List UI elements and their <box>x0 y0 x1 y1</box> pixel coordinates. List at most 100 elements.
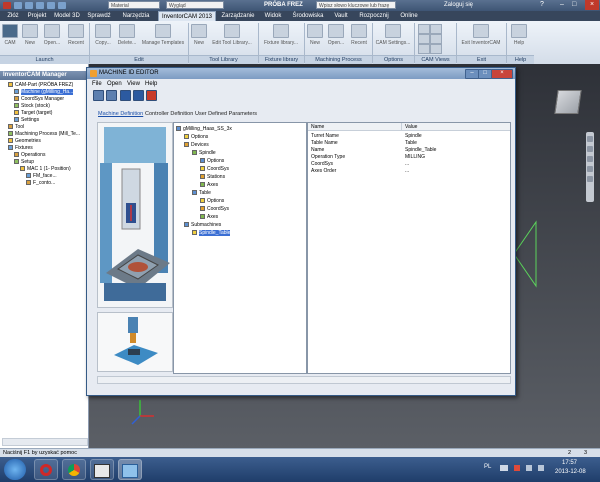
property-row[interactable]: Operation Type MILLING <box>308 154 510 161</box>
clock-date[interactable]: 2013-12-08 <box>555 469 586 475</box>
tray-flag-icon[interactable] <box>514 465 520 471</box>
language-indicator[interactable]: PL <box>484 464 491 470</box>
app-logo-icon[interactable] <box>3 2 11 9</box>
new-part-button[interactable]: New <box>22 23 38 53</box>
help-button[interactable]: Help <box>508 23 530 53</box>
toolbar-save-as-icon[interactable] <box>133 90 144 101</box>
tab-sprawdz[interactable]: Sprawdź <box>84 11 114 21</box>
machine-tree-item[interactable]: gMilling_Haas_SS_3x <box>176 125 304 133</box>
view-icon[interactable] <box>418 34 430 44</box>
cam-button[interactable]: CAM <box>2 23 18 53</box>
search-input[interactable]: Wpisz słowo kluczowe lub frazę <box>316 1 396 9</box>
machine-tree-item[interactable]: Spindle <box>176 149 304 157</box>
nav-zoom-icon[interactable] <box>587 156 593 162</box>
toolbar-new-icon[interactable] <box>93 90 104 101</box>
fixture-library-button[interactable]: Fixture library... <box>260 23 302 53</box>
view-icon[interactable] <box>430 34 442 44</box>
taskbar-chrome-icon[interactable] <box>62 459 86 480</box>
dialog-minimize-icon[interactable]: – <box>465 69 479 79</box>
cam-settings-button[interactable]: CAM Settings... <box>374 23 412 53</box>
tab-rozpocznij[interactable]: Rozpocznij <box>354 11 394 21</box>
new-icon[interactable] <box>14 2 22 9</box>
nav-look-icon[interactable] <box>587 166 593 172</box>
exit-inventorcam-button[interactable]: Exit InventorCAM <box>458 23 504 53</box>
machine-tree-item[interactable]: Axes <box>176 181 304 189</box>
taskbar-explorer-icon[interactable] <box>118 459 142 480</box>
menu-view[interactable]: View <box>127 80 140 88</box>
tab-narzedzia[interactable]: Narzędzia <box>116 11 156 21</box>
start-button-icon[interactable] <box>4 459 26 480</box>
toolbar-exit-icon[interactable] <box>146 90 157 101</box>
help-icon[interactable]: ? <box>540 1 550 9</box>
dialog-maximize-icon[interactable]: □ <box>478 69 492 79</box>
close-icon[interactable]: × <box>585 0 599 10</box>
manager-tree-item[interactable]: Machining Process (Mill_Te... <box>2 131 86 138</box>
tab-projekt[interactable]: Projekt <box>24 11 50 21</box>
property-row[interactable]: CoordSys... <box>308 161 510 168</box>
tab-zloz[interactable]: Złóż <box>4 11 22 21</box>
manager-tree-item[interactable]: Tool <box>2 124 86 131</box>
tab-machine-definition[interactable]: Machine Definition <box>98 110 143 119</box>
tab-inventorcam[interactable]: InventorCAM 2013 <box>158 11 216 21</box>
open-part-button[interactable]: Open... <box>40 23 64 53</box>
tab-online[interactable]: Online <box>396 11 422 21</box>
open-process-button[interactable]: Open... <box>325 23 347 53</box>
view-icon[interactable] <box>418 24 430 34</box>
manager-tree-item[interactable]: CAM-Part (PRÓBA FREZ) <box>2 82 86 89</box>
tab-zarzadzanie[interactable]: Zarządzanie <box>218 11 258 21</box>
machine-tree-item[interactable]: Options <box>176 133 304 141</box>
manager-tree-item[interactable]: Fixtures <box>2 145 86 152</box>
machine-tree-item[interactable]: Spindle_Table <box>176 229 304 237</box>
dialog-close-icon[interactable]: × <box>491 69 513 79</box>
tray-volume-icon[interactable] <box>538 465 544 471</box>
manage-templates-button[interactable]: Manage Templates <box>141 23 185 53</box>
manager-tree-item[interactable]: Setup <box>2 159 86 166</box>
recent-part-button[interactable]: Recent <box>66 23 86 53</box>
clock-time[interactable]: 17:57 <box>562 460 577 466</box>
manager-tree-item[interactable]: F_conto... <box>2 180 86 187</box>
manager-tree-item[interactable]: MAC 1 (1- Position) <box>2 166 86 173</box>
delete-button[interactable]: Delete... <box>115 23 139 53</box>
view-icon[interactable] <box>430 44 442 54</box>
material-combo[interactable]: Material <box>108 1 160 9</box>
save-icon[interactable] <box>36 2 44 9</box>
menu-help[interactable]: Help <box>145 80 157 88</box>
property-row[interactable]: Axes Order... <box>308 168 510 175</box>
tab-srodowiska[interactable]: Środowiska <box>288 11 328 21</box>
machine-tree-item[interactable]: Axes <box>176 213 304 221</box>
manager-tree-item[interactable]: FM_face... <box>2 173 86 180</box>
prop-col-value[interactable]: Value <box>402 123 510 131</box>
manager-tree-item[interactable]: CoordSys Manager <box>2 96 86 103</box>
sign-in-link[interactable]: Zaloguj się <box>444 0 473 11</box>
machine-tree-item[interactable]: Submachines <box>176 221 304 229</box>
manager-tree-item[interactable]: Settings <box>2 117 86 124</box>
machine-tree-item[interactable]: CoordSys <box>176 205 304 213</box>
redo-icon[interactable] <box>58 2 66 9</box>
manager-scrollbar[interactable] <box>2 438 88 446</box>
menu-file[interactable]: File <box>92 80 102 88</box>
tab-widok[interactable]: Widok <box>260 11 286 21</box>
manager-tree-item[interactable]: Geometries <box>2 138 86 145</box>
new-process-button[interactable]: New <box>306 23 324 53</box>
view-icon[interactable] <box>418 44 430 54</box>
taskbar-opera-icon[interactable] <box>34 459 58 480</box>
copy-button[interactable]: Copy... <box>92 23 114 53</box>
toolbar-open-icon[interactable] <box>106 90 117 101</box>
machine-tree-item[interactable]: Stations <box>176 173 304 181</box>
property-row[interactable]: Name Spindle_Table <box>308 147 510 154</box>
view-cube[interactable] <box>554 90 582 114</box>
nav-orbit-icon[interactable] <box>587 136 593 142</box>
tab-vault[interactable]: Vault <box>330 11 352 21</box>
machine-tree-item[interactable]: Options <box>176 157 304 165</box>
manager-tree-item[interactable]: Machine (gMilling_Ha... <box>2 89 86 96</box>
menu-open[interactable]: Open <box>107 80 122 88</box>
recent-process-button[interactable]: Recent <box>348 23 370 53</box>
nav-steering-icon[interactable] <box>587 176 593 182</box>
machine-tree-item[interactable]: Options <box>176 197 304 205</box>
tray-network-icon[interactable] <box>526 465 532 471</box>
edit-tool-library-button[interactable]: Edit Tool Library... <box>208 23 256 53</box>
machine-tree-item[interactable]: Table <box>176 189 304 197</box>
new-tool-library-button[interactable]: New <box>190 23 208 53</box>
property-row[interactable]: Table Name Table <box>308 140 510 147</box>
taskbar-inventor-icon[interactable] <box>90 459 114 480</box>
